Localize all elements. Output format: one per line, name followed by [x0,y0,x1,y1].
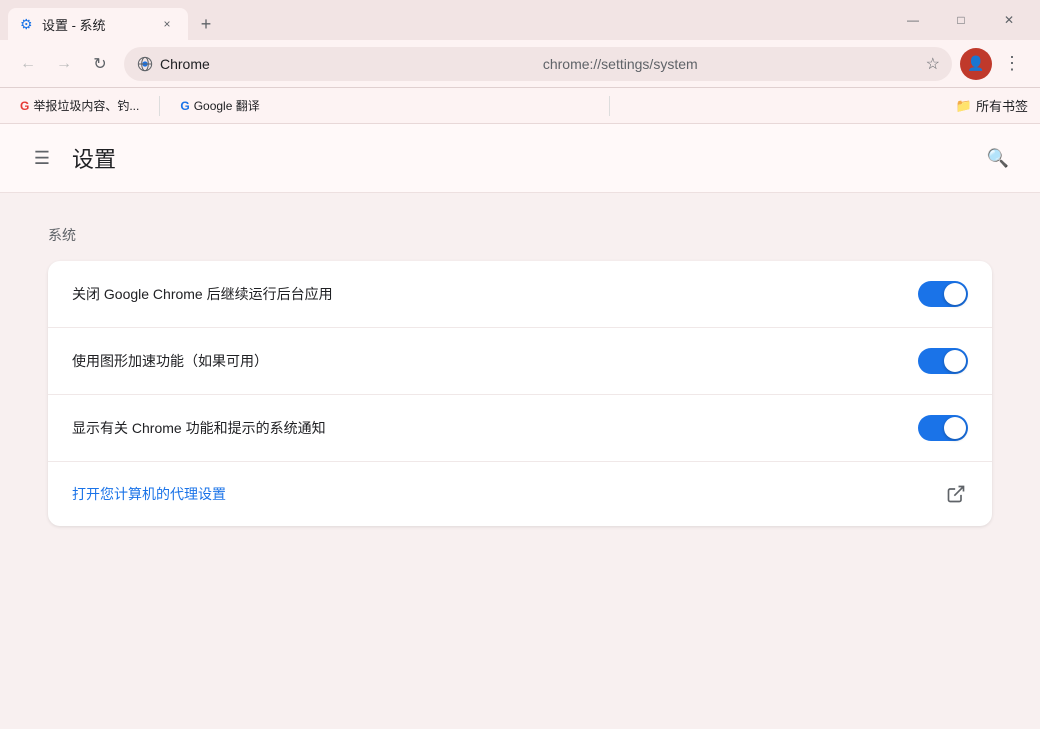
hamburger-icon: ☰ [34,148,50,169]
bookmark-translate-label: Google 翻译 [194,97,260,114]
open-in-new-icon [946,484,966,504]
settings-search-button[interactable]: 🔍 [980,140,1016,176]
minimize-button[interactable]: — [890,4,936,36]
toggle-hardware-acceleration[interactable] [918,348,968,374]
bookmark-star-icon[interactable]: ☆ [926,54,940,74]
title-bar: ⚙ 设置 - 系统 × + — □ ✕ [0,0,1040,40]
setting-row-background-apps: 关闭 Google Chrome 后继续运行后台应用 [48,261,992,328]
settings-content: 系统 关闭 Google Chrome 后继续运行后台应用 使用图形加速功能（如… [0,193,1040,558]
reload-button[interactable]: ↻ [84,48,116,80]
new-tab-button[interactable]: + [192,10,220,38]
setting-row-system-notifications: 显示有关 Chrome 功能和提示的系统通知 [48,395,992,462]
active-tab[interactable]: ⚙ 设置 - 系统 × [8,8,188,40]
bookmark-item-translate[interactable]: G Google 翻译 [172,93,267,118]
back-icon: ← [20,55,36,73]
setting-label-proxy: 打开您计算机的代理设置 [72,484,944,504]
bookmark-translate-icon: G [180,99,189,113]
tab-title: 设置 - 系统 [42,15,152,34]
profile-button[interactable]: 👤 [960,48,992,80]
all-bookmarks-button[interactable]: 📁 所有书签 [956,96,1028,115]
forward-icon: → [56,55,72,73]
setting-row-hardware-acceleration: 使用图形加速功能（如果可用） [48,328,992,395]
content-area: ☰ 设置 🔍 系统 关闭 Google Chrome 后继续运行后台应用 使用图… [0,124,1040,729]
address-url: chrome://settings/system [543,56,920,72]
chrome-icon [137,56,153,72]
bookmark-divider [159,96,160,116]
bookmarks-folder-icon: 📁 [956,98,972,114]
back-button[interactable]: ← [12,48,44,80]
maximize-button[interactable]: □ [938,4,984,36]
site-name: Chrome [160,56,537,72]
site-icon [136,55,154,73]
tab-close-button[interactable]: × [158,15,176,33]
close-button[interactable]: ✕ [986,4,1032,36]
page-title: 设置 [72,142,116,174]
bookmark-report-icon: G [20,99,29,113]
address-bar[interactable]: Chrome chrome://settings/system ☆ [124,47,952,81]
window-controls: — □ ✕ [890,4,1032,36]
toggle-background-apps[interactable] [918,281,968,307]
profile-icon: 👤 [967,55,984,72]
bookmark-report-label: 举报垃圾内容、钓... [33,97,139,114]
all-bookmarks-label: 所有书签 [976,96,1028,115]
toggle-system-notifications[interactable] [918,415,968,441]
setting-label-system-notifications: 显示有关 Chrome 功能和提示的系统通知 [72,418,918,438]
settings-page: ☰ 设置 🔍 系统 关闭 Google Chrome 后继续运行后台应用 使用图… [0,124,1040,729]
tab-strip: ⚙ 设置 - 系统 × + [8,0,886,40]
setting-label-background-apps: 关闭 Google Chrome 后继续运行后台应用 [72,284,918,304]
settings-header: ☰ 设置 🔍 [0,124,1040,193]
more-options-button[interactable]: ⋮ [996,48,1028,80]
search-icon: 🔍 [987,148,1009,169]
tab-settings-icon: ⚙ [20,16,36,32]
reload-icon: ↻ [93,54,106,74]
settings-card: 关闭 Google Chrome 后继续运行后台应用 使用图形加速功能（如果可用… [48,261,992,526]
forward-button[interactable]: → [48,48,80,80]
bookmarks-bar: G 举报垃圾内容、钓... G Google 翻译 📁 所有书签 [0,88,1040,124]
navigation-bar: ← → ↻ Chrome chrome://settings/system ☆ … [0,40,1040,88]
setting-row-proxy-settings[interactable]: 打开您计算机的代理设置 [48,462,992,526]
setting-label-hardware-acceleration: 使用图形加速功能（如果可用） [72,351,918,371]
section-title: 系统 [48,225,992,245]
menu-toggle-button[interactable]: ☰ [24,140,60,176]
more-icon: ⋮ [1003,53,1021,74]
external-link-icon [944,482,968,506]
bookmarks-right-divider [609,96,610,116]
bookmark-item-report[interactable]: G 举报垃圾内容、钓... [12,93,147,118]
